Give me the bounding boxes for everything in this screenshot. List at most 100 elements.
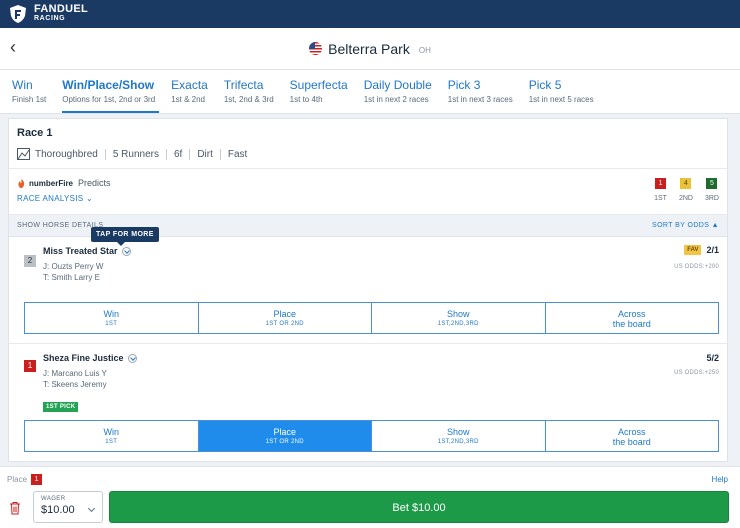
tab-label: Win [12, 78, 33, 92]
button-label: Across [617, 309, 646, 319]
saddle-cloth: 1 [24, 360, 36, 372]
track-header: ‹ Belterra Park OH [0, 28, 740, 70]
horse-name-text: Sheza Fine Justice [43, 353, 124, 363]
tab-win[interactable]: Win Finish 1st [4, 70, 54, 113]
race-condition: Fast [227, 148, 248, 160]
bet-buttons: Win 1ST Place 1ST OR 2ND Show 1ST,2ND,3RD A… [24, 302, 719, 334]
morning-line-odds: 2/1 [706, 245, 719, 255]
tab-sublabel: 1st in next 5 races [528, 95, 594, 104]
win-button[interactable]: Win 1ST [25, 303, 199, 333]
button-sublabel: 1ST OR 2ND [265, 439, 304, 445]
tab-sublabel: 1st to 4th [289, 95, 323, 104]
tab-sublabel: Options for 1st, 2nd or 3rd [62, 95, 156, 104]
chevron-down-icon[interactable] [127, 353, 137, 363]
race-header: Race 1 Thoroughbred 5 Runners 6f Dirt Fa… [9, 119, 727, 169]
show-button[interactable]: Show 1ST,2ND,3RD [372, 303, 546, 333]
help-link[interactable]: Help [712, 475, 728, 484]
brand-line-2: RACING [34, 15, 66, 22]
tab-superfecta[interactable]: Superfecta 1st to 4th [282, 70, 356, 113]
predicts-label: Predicts [78, 178, 111, 188]
numberfire-predicts: numberFire Predicts RACE ANALYSIS ⌄ 1 1S… [9, 169, 727, 215]
horse-name[interactable]: Miss Treated Star [43, 246, 131, 256]
favorite-badge: FAV [684, 245, 702, 255]
divider [165, 148, 167, 160]
place-bet-button[interactable]: Bet $10.00 [109, 491, 729, 523]
pick-saddle: 1 [655, 178, 667, 189]
tab-label: Pick 5 [528, 78, 562, 92]
jockey: J: Ouzts Perry W [43, 262, 104, 271]
predicted-picks: 1 1ST 4 2ND 5 3RD [654, 178, 719, 202]
tab-pick-5[interactable]: Pick 5 1st in next 5 races [521, 70, 602, 113]
race-track-icon [17, 148, 30, 160]
trash-icon[interactable] [9, 501, 21, 515]
divider [189, 148, 191, 160]
button-sublabel: 1ST [105, 439, 118, 445]
pick-label: 3RD [704, 195, 719, 202]
track-title: Belterra Park OH [309, 41, 431, 57]
track-name: Belterra Park [328, 40, 410, 57]
bet-slip-type: Place 1 [7, 474, 43, 485]
odds: 5/2 [706, 353, 719, 363]
button-label: Show [446, 309, 470, 319]
bet-type-label: Place [7, 475, 28, 484]
win-button[interactable]: Win 1ST [25, 421, 199, 451]
race-analysis-toggle[interactable]: RACE ANALYSIS ⌄ [17, 194, 719, 203]
back-chevron-icon[interactable]: ‹ [10, 38, 24, 56]
button-label: Across [617, 427, 646, 437]
tab-win-place-show[interactable]: Win/Place/Show Options for 1st, 2nd or 3r… [54, 70, 163, 113]
tab-label: Pick 3 [447, 78, 481, 92]
fanduel-racing-logo[interactable]: FANDUEL RACING [8, 4, 88, 24]
button-label: Win [103, 427, 120, 437]
tab-daily-double[interactable]: Daily Double 1st in next 2 races [356, 70, 440, 113]
jockey-trainer: J: Marcano Luis Y T: Skeens Jeremy [43, 368, 107, 390]
tab-pick-3[interactable]: Pick 3 1st in next 3 races [440, 70, 521, 113]
place-button[interactable]: Place 1ST OR 2ND [198, 303, 372, 333]
saddle-cloth: 1 [31, 474, 43, 485]
wager-select[interactable]: WAGER $10.00 [33, 491, 103, 523]
wager-label: WAGER [41, 496, 66, 502]
tab-label: Exacta [171, 78, 208, 92]
sort-by-odds-button[interactable]: SORT BY ODDS ▲ [652, 222, 719, 229]
pick-saddle: 4 [680, 178, 692, 189]
us-odds: US ODDS:+250 [674, 370, 719, 376]
top-bar: FANDUEL RACING [0, 0, 740, 28]
first-pick-badge: 1ST PICK [43, 402, 79, 412]
race-analysis-label: RACE ANALYSIS [17, 194, 84, 203]
button-sublabel: the board [612, 319, 651, 329]
bet-slip: Place 1 Help WAGER $10.00 Bet $10.00 [0, 466, 740, 528]
across-the-board-button[interactable]: Across the board [545, 421, 718, 451]
tab-trifecta[interactable]: Trifecta 1st, 2nd & 3rd [216, 70, 282, 113]
pick-2nd: 4 2ND [679, 178, 693, 202]
us-odds: US ODDS:+200 [674, 264, 719, 270]
trainer: T: Smith Larry E [43, 273, 100, 282]
brand-line-1: FANDUEL [34, 3, 89, 15]
race-distance: 6f [173, 148, 183, 160]
button-sublabel: 1ST,2ND,3RD [437, 321, 479, 327]
jockey: J: Marcano Luis Y [43, 369, 107, 378]
button-label: Place [273, 427, 296, 437]
race-title: Race 1 [17, 127, 53, 139]
button-sublabel: 1ST OR 2ND [265, 321, 304, 327]
pick-1st: 1 1ST [654, 178, 667, 202]
bet-type-tabs: Win Finish 1st Win/Place/Show Options for … [0, 70, 740, 114]
race-meta: Thoroughbred 5 Runners 6f Dirt Fast [17, 148, 719, 160]
show-button[interactable]: Show 1ST,2ND,3RD [372, 421, 546, 451]
pick-label: 1ST [654, 195, 667, 202]
horse-name-text: Miss Treated Star [43, 246, 118, 256]
jockey-trainer: J: Ouzts Perry W T: Smith Larry E [43, 261, 103, 283]
odds: FAV 2/1 [684, 245, 719, 255]
chevron-down-icon[interactable] [121, 246, 131, 256]
tab-label: Superfecta [289, 78, 348, 92]
pick-3rd: 5 3RD [705, 178, 719, 202]
horse-name[interactable]: Sheza Fine Justice [43, 353, 137, 363]
saddle-cloth: 2 [24, 255, 36, 267]
tab-exacta[interactable]: Exacta 1st & 2nd [163, 70, 216, 113]
race-surface: Dirt [197, 148, 213, 160]
button-sublabel: 1ST,2ND,3RD [437, 439, 479, 445]
across-the-board-button[interactable]: Across the board [545, 303, 718, 333]
divider [219, 148, 221, 160]
place-button[interactable]: Place 1ST OR 2ND [198, 421, 372, 451]
tab-sublabel: 1st, 2nd & 3rd [223, 95, 274, 104]
button-label: Place [273, 309, 296, 319]
divider [104, 148, 106, 160]
